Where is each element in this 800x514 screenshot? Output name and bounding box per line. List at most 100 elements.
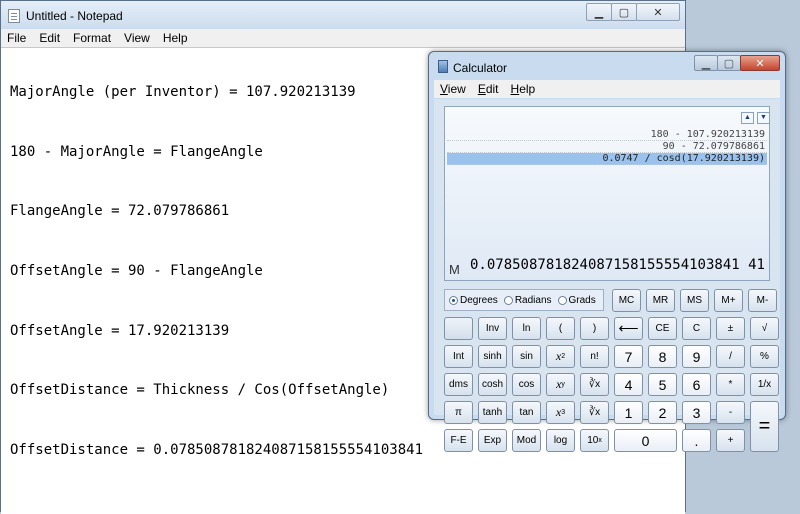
- notepad-menu-bar: File Edit Format View Help: [1, 29, 685, 47]
- backspace-icon: ⟵: [618, 320, 639, 336]
- key-fe[interactable]: F-E: [444, 429, 473, 452]
- key-sinh[interactable]: sinh: [478, 345, 507, 368]
- key-sin[interactable]: sin: [512, 345, 541, 368]
- key-mc[interactable]: MC: [612, 289, 641, 312]
- history-up-button[interactable]: ▲: [741, 112, 754, 124]
- key-mr[interactable]: MR: [646, 289, 675, 312]
- key-4[interactable]: 4: [614, 373, 643, 396]
- key-plus-minus[interactable]: ±: [716, 317, 745, 340]
- key-reciprocal[interactable]: 1/x: [750, 373, 779, 396]
- key-subtract[interactable]: -: [716, 401, 745, 424]
- key-int[interactable]: Int: [444, 345, 473, 368]
- key-1[interactable]: 1: [614, 401, 643, 424]
- maximize-button[interactable]: ▢: [611, 3, 637, 21]
- key-sqrt[interactable]: √: [750, 317, 779, 340]
- key-backspace[interactable]: ⟵: [614, 317, 643, 340]
- menu-format[interactable]: Format: [67, 29, 118, 47]
- key-multiply[interactable]: *: [716, 373, 745, 396]
- notepad-app-icon: [8, 9, 20, 23]
- close-button[interactable]: ✕: [636, 3, 680, 21]
- key-2[interactable]: 2: [648, 401, 677, 424]
- angle-mode-group: Degrees Radians Grads: [444, 289, 604, 311]
- radio-label: Degrees: [460, 294, 498, 306]
- key-y-root-x[interactable]: ∛x: [580, 373, 609, 396]
- minimize-icon: ▁: [594, 6, 604, 19]
- history-down-button[interactable]: ▼: [757, 112, 770, 124]
- key-open-paren[interactable]: (: [546, 317, 575, 340]
- key-x-squared[interactable]: x2: [546, 345, 575, 368]
- maximize-icon: ▢: [723, 57, 735, 70]
- text-line: OffsetDistance = Thickness / Cos(OffsetA…: [10, 382, 390, 399]
- calc-menu-help[interactable]: Help: [505, 80, 542, 98]
- radio-icon: [557, 295, 567, 305]
- text-line: MajorAngle (per Inventor) = 107.92021313…: [10, 84, 356, 100]
- history-item[interactable]: 90 - 72.079786861: [447, 141, 767, 153]
- key-exp[interactable]: Exp: [478, 429, 507, 452]
- history-item[interactable]: 180 - 107.920213139: [447, 129, 767, 141]
- key-0[interactable]: 0: [614, 429, 677, 452]
- key-8[interactable]: 8: [648, 345, 677, 368]
- key-m-minus[interactable]: M-: [748, 289, 777, 312]
- key-3[interactable]: 3: [682, 401, 711, 424]
- key-6[interactable]: 6: [682, 373, 711, 396]
- key-decimal[interactable]: .: [682, 429, 711, 452]
- arrow-up-icon: ▲: [744, 114, 751, 121]
- key-log[interactable]: log: [546, 429, 575, 452]
- key-divide[interactable]: /: [716, 345, 745, 368]
- key-x-cubed[interactable]: x3: [546, 401, 575, 424]
- menu-view[interactable]: View: [118, 29, 157, 47]
- key-7[interactable]: 7: [614, 345, 643, 368]
- history-item-selected[interactable]: 0.0747 / cosd(17.920213139): [447, 153, 767, 165]
- text-line: 180 - MajorAngle = FlangeAngle: [10, 143, 263, 160]
- key-ten-to-x[interactable]: 10 x: [580, 429, 609, 452]
- calc-minimize-button[interactable]: ▁: [694, 55, 718, 71]
- minimize-button[interactable]: ▁: [586, 3, 612, 21]
- key-cube-root[interactable]: ∛x: [580, 401, 609, 424]
- key-dms[interactable]: dms: [444, 373, 473, 396]
- key-cos[interactable]: cos: [512, 373, 541, 396]
- key-add[interactable]: +: [716, 429, 745, 452]
- key-m-plus[interactable]: M+: [714, 289, 743, 312]
- key-x-to-y[interactable]: xy: [546, 373, 575, 396]
- key-ln[interactable]: ln: [512, 317, 541, 340]
- close-icon: ✕: [653, 6, 663, 19]
- arrow-down-icon: ▼: [760, 114, 767, 121]
- key-cosh[interactable]: cosh: [478, 373, 507, 396]
- radio-degrees[interactable]: Degrees: [449, 295, 498, 306]
- key-percent[interactable]: %: [750, 345, 779, 368]
- display-value: 0.078508781824087158155554103841 41: [469, 257, 765, 273]
- notepad-title-bar[interactable]: Untitled - Notepad ▁ ▢ ✕: [1, 1, 685, 29]
- notepad-caption-buttons: ▁ ▢ ✕: [586, 3, 680, 21]
- minimize-icon: ▁: [701, 57, 711, 70]
- key-9[interactable]: 9: [682, 345, 711, 368]
- history-list: 180 - 107.920213139 90 - 72.079786861 0.…: [447, 129, 767, 165]
- key-c[interactable]: C: [682, 317, 711, 340]
- menu-edit[interactable]: Edit: [33, 29, 67, 47]
- calculator-app-icon: [438, 60, 448, 73]
- calculator-title: Calculator: [453, 61, 508, 75]
- calc-menu-view[interactable]: View: [434, 80, 472, 98]
- text-line: FlangeAngle = 72.079786861: [10, 203, 230, 220]
- calc-menu-edit[interactable]: Edit: [472, 80, 505, 98]
- key-tanh[interactable]: tanh: [478, 401, 507, 424]
- radio-label: Grads: [568, 294, 596, 306]
- key-ce[interactable]: CE: [648, 317, 677, 340]
- calc-maximize-button[interactable]: ▢: [717, 55, 741, 71]
- key-inv[interactable]: Inv: [478, 317, 507, 340]
- menu-help[interactable]: Help: [157, 29, 195, 47]
- radio-grads[interactable]: Grads: [557, 294, 596, 306]
- notepad-text: MajorAngle (per Inventor) = 107.92021313…: [10, 50, 423, 500]
- key-equals[interactable]: =: [750, 401, 779, 452]
- key-ms[interactable]: MS: [680, 289, 709, 312]
- radio-icon: [503, 295, 513, 305]
- key-close-paren[interactable]: ): [580, 317, 609, 340]
- key-pi[interactable]: π: [444, 401, 473, 424]
- key-label: 10: [587, 435, 599, 446]
- radio-radians[interactable]: Radians: [503, 295, 552, 306]
- key-mod[interactable]: Mod: [512, 429, 541, 452]
- key-factorial[interactable]: n!: [580, 345, 609, 368]
- menu-file[interactable]: File: [1, 29, 33, 47]
- key-5[interactable]: 5: [648, 373, 677, 396]
- key-tan[interactable]: tan: [512, 401, 541, 424]
- calc-close-button[interactable]: ✕: [740, 55, 780, 71]
